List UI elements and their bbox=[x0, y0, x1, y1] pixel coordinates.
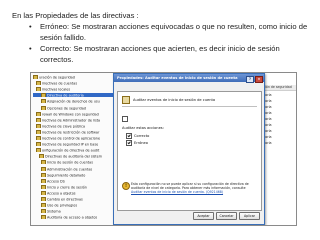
warning-icon: ! bbox=[122, 182, 130, 190]
tree-item-label: Uso de privilegios bbox=[47, 203, 78, 208]
tree-item-label: Inicio y cierre de sesión bbox=[47, 185, 87, 189]
slide-bullet-list: • Erróneo: Se mostraran acciones equivoc… bbox=[12, 21, 312, 65]
folder-icon bbox=[36, 129, 41, 134]
checkbox-box[interactable] bbox=[126, 140, 132, 146]
tree-item[interactable]: rewall de Windows con seguridad bbox=[33, 111, 124, 116]
folder-icon bbox=[36, 148, 41, 153]
tree-item[interactable]: irectivas de seguridad IP en Ease bbox=[33, 142, 124, 147]
folder-icon bbox=[36, 142, 41, 147]
tab-panel: Auditar eventos de inicio de sesión de c… bbox=[117, 91, 262, 211]
bullet-marker: • bbox=[29, 44, 32, 53]
tree-item-label: iirectivas de cuentas bbox=[42, 81, 78, 86]
tree-item-label: Directivas de auditoría del sistem bbox=[45, 154, 103, 159]
tree-item-label: Asignación de derechos de usu bbox=[47, 99, 100, 104]
folder-icon bbox=[36, 87, 41, 92]
note-text: Esta configuración no se puede aplicar s… bbox=[131, 182, 256, 195]
folder-icon bbox=[41, 178, 46, 183]
tree-item-label: Seguimiento detallado bbox=[47, 173, 86, 177]
apply-button[interactable]: Aplicar bbox=[239, 212, 260, 220]
tree-item[interactable]: iirectivas locales bbox=[33, 87, 124, 92]
tree-item-label: irectivas de Administrador de lista bbox=[42, 118, 101, 122]
checkbox-box[interactable] bbox=[122, 116, 128, 122]
folder-icon bbox=[41, 160, 46, 165]
bullet-text: Correcto: Se mostraran acciones que acie… bbox=[40, 44, 280, 64]
note-body: Esta configuración no se puede aplicar s… bbox=[131, 182, 249, 191]
tree-item-label: Inicio de sesión de cuentas bbox=[47, 160, 93, 165]
tree-item[interactable]: irectivas de Administrador de lista bbox=[33, 117, 124, 122]
tree-item-label: Opciones de seguridad bbox=[47, 106, 86, 110]
folder-icon bbox=[41, 105, 46, 110]
folder-icon bbox=[41, 166, 46, 171]
note-link[interactable]: Auditar eventos de inicio de sesión de c… bbox=[131, 190, 223, 194]
slide-intro: En las Propiedades de las directivas : bbox=[12, 11, 139, 20]
folder-icon bbox=[41, 197, 46, 201]
cancel-button[interactable]: Cancelar bbox=[216, 212, 237, 220]
success-checkbox[interactable]: Correcto bbox=[126, 133, 149, 139]
folder-icon bbox=[36, 123, 41, 128]
failure-checkbox[interactable]: Erróneo bbox=[126, 140, 148, 146]
tree-item-label: Acceso DS bbox=[47, 179, 65, 183]
properties-dialog: Propiedades: Auditar eventos de inicio d… bbox=[113, 73, 265, 225]
folder-icon bbox=[36, 111, 41, 116]
dialog-buttons: Aceptar Cancelar Aplicar bbox=[191, 202, 260, 221]
tree-item-label: irectivas de seguridad IP en Ease bbox=[42, 142, 99, 147]
bullet-erroneo: • Erróneo: Se mostraran acciones equivoc… bbox=[29, 21, 312, 43]
folder-icon bbox=[41, 184, 46, 189]
titlebar-buttons: ? × bbox=[245, 75, 263, 83]
folder-icon bbox=[41, 190, 46, 195]
embedded-screenshot: uración de seguridad iirectivas de cuenta… bbox=[30, 72, 297, 226]
bullet-text: Erróneo: Se mostraran acciones equivocad… bbox=[40, 22, 308, 42]
tree-item-label: Administración de cuentas bbox=[47, 167, 93, 171]
folder-icon bbox=[41, 209, 46, 214]
tree-item[interactable]: irectivas de clave pública bbox=[33, 123, 124, 128]
folder-icon bbox=[33, 75, 38, 79]
tree-item[interactable]: onfiguración de directiva de audit bbox=[33, 148, 124, 153]
failure-label: Erróneo bbox=[134, 141, 148, 145]
tree-item-label: irectivas de restricción de softwar bbox=[42, 130, 100, 134]
folder-icon bbox=[41, 93, 46, 98]
tree-item-label: uración de seguridad bbox=[39, 75, 75, 80]
tree-item-label: Cambio en directivas bbox=[47, 197, 83, 202]
help-button[interactable]: ? bbox=[246, 76, 254, 83]
bullet-correcto: • Correcto: Se mostraran acciones que ac… bbox=[29, 43, 312, 65]
folder-icon bbox=[36, 136, 41, 140]
folder-icon bbox=[41, 215, 46, 220]
checkbox-box[interactable] bbox=[126, 133, 132, 139]
success-label: Correcto bbox=[134, 134, 150, 138]
close-button[interactable]: × bbox=[255, 76, 263, 83]
tree-item[interactable]: uración de seguridad bbox=[33, 75, 121, 79]
audit-actions-label: Auditar estas acciones: bbox=[122, 126, 164, 130]
dialog-title: Propiedades: Auditar eventos de inicio d… bbox=[117, 76, 238, 80]
info-note: ! Esta configuración no se puede aplicar… bbox=[122, 182, 256, 195]
folder-icon bbox=[41, 172, 46, 177]
policy-header: Auditar eventos de inicio de sesión de c… bbox=[122, 96, 215, 104]
policy-name: Auditar eventos de inicio de sesión de c… bbox=[133, 98, 216, 102]
folder-icon bbox=[36, 117, 41, 122]
folder-icon bbox=[41, 203, 46, 208]
folder-icon bbox=[39, 154, 44, 159]
folder-icon bbox=[36, 81, 41, 86]
tree-item-label: Acceso a objetos bbox=[47, 191, 76, 195]
dialog-titlebar[interactable]: Propiedades: Auditar eventos de inicio d… bbox=[114, 74, 264, 83]
tree-item-label: irectivas de clave pública bbox=[42, 124, 86, 128]
policy-icon bbox=[122, 96, 130, 104]
folder-icon bbox=[41, 99, 46, 104]
tree-item[interactable]: irectivas de control de aplicacione bbox=[33, 136, 124, 140]
bullet-marker: • bbox=[29, 22, 32, 31]
tree-item-label: Sistema bbox=[47, 209, 61, 214]
tree-item-label: rewall de Windows con seguridad bbox=[42, 112, 99, 116]
policy-tree-pane[interactable]: uración de seguridad iirectivas de cuenta… bbox=[31, 73, 129, 225]
ok-button[interactable]: Aceptar bbox=[193, 212, 214, 220]
tree-item[interactable]: irectivas de restricción de softwar bbox=[33, 129, 124, 134]
tree-item-label: Auditoría de acceso a objetos bbox=[47, 215, 98, 220]
tree-item[interactable]: iirectivas de cuentas bbox=[33, 81, 124, 86]
tree-item-label: Directiva de auditoría bbox=[47, 93, 84, 98]
tree-item-label: iirectivas locales bbox=[42, 87, 71, 92]
tree-item-label: onfiguración de directiva de audit bbox=[42, 148, 100, 153]
tree-item-label: irectivas de control de aplicacione bbox=[42, 136, 101, 141]
define-setting-checkbox[interactable] bbox=[122, 116, 130, 122]
slide-text-block: En las Propiedades de las directivas : •… bbox=[12, 10, 312, 65]
divider bbox=[122, 106, 257, 107]
